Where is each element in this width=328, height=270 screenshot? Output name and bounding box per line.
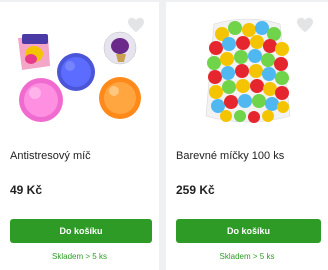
stock-status: Skladem > 5 ks <box>52 252 107 261</box>
product-title[interactable]: Barevné míčky 100 ks <box>176 150 318 163</box>
product-image-colored-balls[interactable] <box>200 16 295 126</box>
product-price: 259 Kč <box>176 183 215 197</box>
product-image-antistress-ball[interactable] <box>8 14 148 126</box>
product-card-antistress[interactable]: Antistresový míč 49 Kč Do košíku Skladem… <box>0 2 159 270</box>
product-price: 49 Kč <box>10 183 43 197</box>
product-card-colored-balls[interactable]: Barevné míčky 100 ks 259 Kč Do košíku Sk… <box>166 2 328 270</box>
add-to-cart-button[interactable]: Do košíku <box>176 219 321 243</box>
add-to-cart-button[interactable]: Do košíku <box>10 219 152 243</box>
product-title[interactable]: Antistresový míč <box>10 150 149 163</box>
heart-icon[interactable] <box>296 17 314 33</box>
stock-status: Skladem > 5 ks <box>219 252 275 261</box>
